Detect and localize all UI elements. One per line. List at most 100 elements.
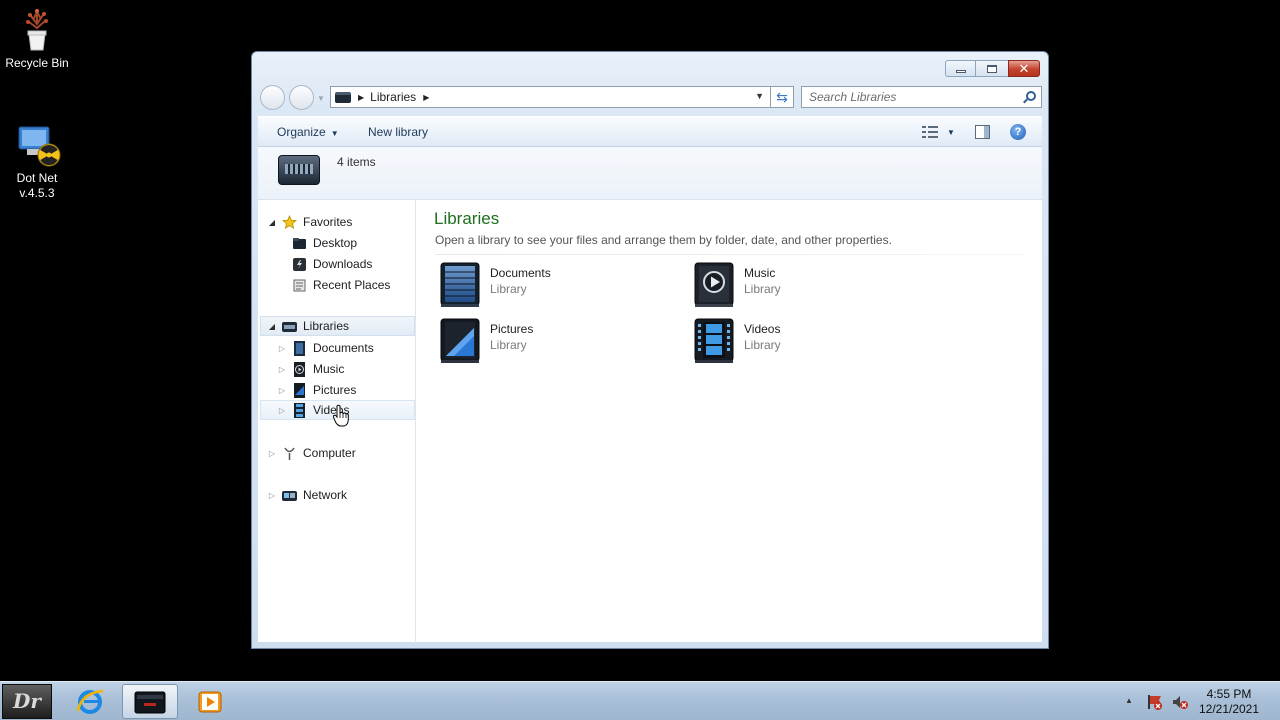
new-library-button[interactable]: New library	[368, 125, 428, 139]
dot-net-desktop-icon[interactable]: Dot Net v.4.5.3	[0, 121, 74, 201]
pictures-icon	[292, 382, 307, 398]
search-icon[interactable]	[1026, 91, 1036, 101]
taskbar-internet-explorer[interactable]	[62, 684, 118, 719]
maximize-button[interactable]	[975, 60, 1008, 77]
minimize-button[interactable]	[945, 60, 975, 77]
nav-label: Documents	[313, 341, 374, 355]
recycle-bin-label: Recycle Bin	[5, 56, 69, 70]
nav-label: Network	[303, 488, 348, 502]
star-icon	[281, 214, 298, 230]
back-button[interactable]	[260, 85, 285, 110]
content-area: ◢ Favorites Desktop Downloads Recent Pla…	[258, 199, 1042, 643]
taskbar-windows-explorer[interactable]	[122, 684, 178, 719]
expand-arrow-icon[interactable]: ▷	[267, 449, 277, 458]
videos-icon	[292, 402, 307, 418]
help-icon[interactable]: ?	[1010, 124, 1026, 140]
page-title: Libraries	[434, 209, 500, 228]
explorer-folder-icon	[134, 691, 166, 713]
pictures-library-icon	[438, 318, 482, 364]
expand-arrow-icon[interactable]: ◢	[267, 218, 277, 227]
address-row: ▼ ▶ Libraries ▶ ▼ ⇆	[260, 85, 1042, 110]
nav-label: Favorites	[303, 215, 353, 229]
action-center-flag-icon[interactable]	[1146, 693, 1164, 711]
library-music[interactable]: Music Library	[690, 260, 920, 310]
start-logo-icon: Dr	[13, 689, 41, 713]
details-header: 4 items	[258, 147, 1042, 199]
library-name: Videos	[744, 322, 781, 336]
address-dropdown-icon[interactable]: ▼	[755, 91, 764, 101]
desktop-folder-icon	[292, 236, 307, 251]
forward-button[interactable]	[289, 85, 314, 110]
taskbar-media-player[interactable]	[182, 684, 238, 719]
nav-label: Downloads	[313, 257, 373, 271]
caption-buttons: ✕	[945, 60, 1040, 77]
clock-time: 4:55 PM	[1206, 687, 1252, 701]
recycle-bin-desktop-icon[interactable]: Recycle Bin	[0, 6, 74, 71]
computer-icon	[282, 446, 297, 461]
divider	[435, 254, 1025, 255]
nav-label: Libraries	[303, 319, 350, 333]
recent-pages-dropdown[interactable]: ▼	[317, 94, 325, 103]
expand-arrow-icon[interactable]: ▷	[267, 491, 277, 500]
search-box[interactable]	[801, 86, 1042, 108]
recycle-bin-icon	[13, 6, 61, 54]
expand-arrow-icon[interactable]: ▷	[277, 365, 287, 374]
documents-library-icon	[438, 262, 482, 308]
speaker-muted-icon[interactable]	[1171, 693, 1189, 711]
documents-icon	[292, 340, 307, 356]
organize-button[interactable]: Organize ▼	[277, 125, 339, 139]
library-name: Documents	[490, 266, 551, 280]
downloads-icon	[292, 257, 307, 272]
show-hidden-icons-button[interactable]: ▲	[1125, 696, 1133, 705]
nav-libraries[interactable]: ◢ Libraries	[260, 316, 415, 336]
close-button[interactable]: ✕	[1008, 60, 1040, 77]
new-library-label: New library	[368, 125, 429, 139]
libraries-icon	[282, 319, 297, 334]
search-input[interactable]	[809, 90, 1019, 104]
nav-favorites[interactable]: ◢ Favorites	[267, 212, 352, 232]
maximize-icon	[987, 64, 997, 73]
navigation-pane: ◢ Favorites Desktop Downloads Recent Pla…	[258, 200, 416, 643]
view-options-dropdown-icon[interactable]: ▼	[947, 128, 955, 137]
nav-desktop[interactable]: Desktop	[287, 233, 357, 253]
nav-label: Desktop	[313, 236, 358, 250]
breadcrumb-arrow-icon[interactable]: ▶	[358, 93, 364, 102]
library-type: Library	[744, 282, 781, 296]
network-icon	[282, 488, 297, 503]
nav-computer[interactable]: ▷ Computer	[267, 443, 356, 463]
expand-arrow-icon[interactable]: ▷	[277, 386, 287, 395]
refresh-button[interactable]: ⇆	[770, 86, 794, 108]
library-type: Library	[490, 338, 527, 352]
start-button[interactable]: Dr	[2, 684, 52, 719]
library-videos[interactable]: Videos Library	[690, 316, 920, 366]
change-view-icon[interactable]	[922, 126, 938, 138]
nav-pictures[interactable]: ▷ Pictures	[277, 380, 356, 400]
library-type: Library	[490, 282, 527, 296]
breadcrumb-libraries[interactable]: Libraries	[370, 90, 416, 104]
dot-net-label: Dot Net v.4.5.3	[16, 171, 58, 200]
preview-pane-icon[interactable]	[975, 125, 990, 139]
library-name: Music	[744, 266, 776, 280]
nav-label: Recent Places	[313, 278, 391, 292]
expand-arrow-icon[interactable]: ◢	[267, 322, 277, 331]
expand-arrow-icon[interactable]: ▷	[277, 406, 287, 415]
address-bar[interactable]: ▶ Libraries ▶ ▼	[330, 86, 770, 108]
nav-network[interactable]: ▷ Network	[267, 485, 347, 505]
expand-arrow-icon[interactable]: ▷	[277, 344, 287, 353]
library-type: Library	[744, 338, 781, 352]
nav-documents[interactable]: ▷ Documents	[277, 338, 374, 358]
hand-cursor-icon	[332, 404, 349, 427]
system-clock[interactable]: 4:55 PM 12/21/2021	[1194, 687, 1264, 717]
recent-places-icon	[292, 278, 307, 293]
chevron-down-icon: ▼	[330, 129, 339, 138]
videos-library-icon	[692, 318, 736, 364]
nav-downloads[interactable]: Downloads	[287, 254, 372, 274]
breadcrumb-arrow-icon[interactable]: ▶	[423, 93, 429, 102]
library-documents[interactable]: Documents Library	[436, 260, 666, 310]
nav-music[interactable]: ▷ Music	[277, 359, 344, 379]
libraries-large-icon	[278, 155, 320, 185]
organize-label: Organize	[277, 125, 326, 139]
nav-recent-places[interactable]: Recent Places	[287, 275, 390, 295]
nav-label: Computer	[303, 446, 356, 460]
library-pictures[interactable]: Pictures Library	[436, 316, 666, 366]
